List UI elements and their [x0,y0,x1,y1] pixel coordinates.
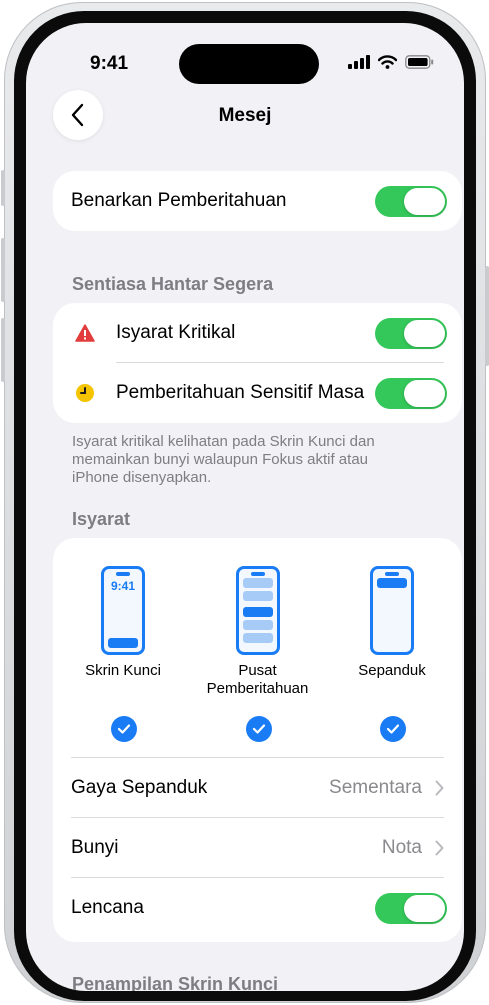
dynamic-island [179,44,319,84]
allow-notifications-row: Benarkan Pemberitahuan [53,171,462,231]
toggle-knob [404,188,445,215]
preview-bar [242,633,273,643]
bezel: 9:41 Mesej Benarkan Pemberitahuan Sentia… [14,11,476,1001]
alert-style-banners[interactable]: Sepanduk [332,538,452,758]
sound-row[interactable]: Bunyi Nota [53,818,462,878]
clock-icon [76,384,94,402]
status-icons [348,55,434,69]
chevron-right-icon [435,840,444,856]
warning-triangle-icon [75,324,95,342]
banner-style-value: Sementara [329,777,422,798]
phone-notch [116,572,130,576]
style-label-notification-center: Pusat Pemberitahuan [206,662,309,697]
checkmark-icon [245,716,272,742]
toggle-knob [404,320,445,347]
badges-row: Lencana [53,878,462,938]
critical-alerts-row: Isyarat Kritikal [53,303,462,363]
lock-screen-preview-icon: 9:41 [101,566,145,655]
cellular-signal-icon [348,55,370,69]
time-sensitive-toggle[interactable] [375,378,447,409]
alerts-section-header: Isyarat [72,509,131,529]
alert-style-notification-center[interactable]: Pusat Pemberitahuan [198,538,318,758]
preview-bar [242,578,273,588]
allow-notifications-toggle[interactable] [375,186,447,217]
badges-label: Lencana [71,897,144,918]
toggle-knob [404,380,445,407]
checkmark-icon [380,716,406,742]
chevron-right-icon [435,780,444,796]
banner-style-row[interactable]: Gaya Sepanduk Sementara [53,758,462,818]
time-sensitive-label: Pemberitahuan Sensitif Masa [116,382,365,403]
preview-bar [242,620,273,630]
banner-preview-icon [370,566,414,655]
immediate-card: Isyarat Kritikal Pemberitahuan Sensitif … [53,303,462,423]
time-sensitive-row: Pemberitahuan Sensitif Masa [53,363,462,423]
alert-style-lock-screen[interactable]: 9:41 Skrin Kunci [63,538,183,758]
preview-time: 9:41 [110,579,136,593]
banner-style-label: Gaya Sepanduk [71,777,208,798]
style-label-lock-screen: Skrin Kunci [85,662,161,679]
notification-center-preview-icon [235,566,280,655]
phone-notch [250,572,265,576]
preview-bar [242,591,273,601]
preview-bar-active [242,607,273,617]
allow-notifications-label: Benarkan Pemberitahuan [71,190,287,211]
phone-notch [385,572,399,576]
preview-notification [108,638,138,648]
style-label-banners: Sepanduk [358,662,426,679]
action-button [1,170,5,206]
alerts-card: 9:41 Skrin Kunci Pusat Pemberitahuan Sep… [53,538,462,942]
wifi-icon [378,55,397,69]
badges-toggle[interactable] [375,893,447,924]
checkmark-icon [111,716,137,742]
volume-down-button [1,318,5,382]
alert-styles: 9:41 Skrin Kunci Pusat Pemberitahuan Sep… [53,538,462,758]
immediate-section-header: Sentiasa Hantar Segera [72,274,274,294]
battery-icon [405,55,434,69]
lock-screen-section-header: Penampilan Skrin Kunci [72,974,279,991]
status-time: 9:41 [90,53,129,74]
sound-label: Bunyi [71,837,119,858]
toggle-knob [404,895,445,922]
immediate-footnote: Isyarat kritikal kelihatan pada Skrin Ku… [72,433,375,486]
sound-value: Nota [381,837,422,858]
screen: 9:41 Mesej Benarkan Pemberitahuan Sentia… [26,23,464,991]
critical-alerts-label: Isyarat Kritikal [116,322,236,343]
critical-alerts-toggle[interactable] [375,318,447,349]
iphone-frame: 9:41 Mesej Benarkan Pemberitahuan Sentia… [1,2,489,1003]
preview-banner [377,578,407,588]
side-button [485,266,489,366]
volume-up-button [1,238,5,302]
allow-notifications-card: Benarkan Pemberitahuan [53,171,462,231]
page-title: Mesej [218,105,272,126]
